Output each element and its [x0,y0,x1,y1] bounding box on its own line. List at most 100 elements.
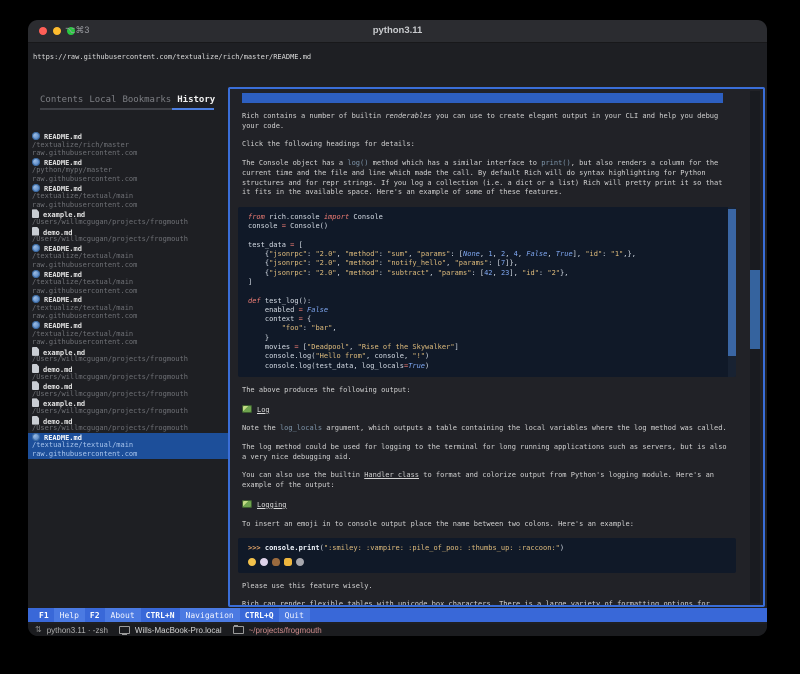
session-label: python3.11 · -zsh [47,626,108,635]
sidebar-tab[interactable]: Bookmarks [122,95,171,105]
sidebar-tab[interactable]: Local [89,95,116,105]
paragraph-handler: You can also use the builtin Handler cla… [242,471,728,490]
history-item-icon [32,416,39,425]
history-item-path: /python/mypy/master [32,166,228,175]
paragraph-intro: Rich contains a number of builtin render… [242,112,728,131]
history-item-path: /Users/willmcgugan/projects/frogmouth [32,355,228,364]
link-log[interactable]: Log [242,405,728,416]
history-item[interactable]: demo.md /Users/willmcgugan/projects/frog… [28,381,228,398]
history-item-domain: raw.githubusercontent.com [32,261,228,270]
history-item[interactable]: README.md /textualize/textual/main raw.g… [28,321,228,347]
history-item[interactable]: demo.md /Users/willmcgugan/projects/frog… [28,227,228,244]
session-updown-icon: ⇅ [35,626,42,634]
link-logging[interactable]: Logging [242,500,728,511]
footer-binding[interactable]: CTRL+QQuit [240,608,310,622]
history-item-icon [32,132,40,140]
document-viewer[interactable]: Rich contains a number of builtin render… [228,87,765,607]
paragraph-console-log: The Console object has a log() method wh… [242,159,728,198]
history-item-icon [32,381,39,390]
footer-binding[interactable]: CTRL+NNavigation [141,608,240,622]
history-item[interactable]: README.md /textualize/textual/main raw.g… [28,270,228,296]
paragraph-log-method: The log method could be used for logging… [242,443,728,462]
code-lines: >>> console.print(":smiley: :vampire: :p… [248,544,736,553]
history-item-name: README.md [44,133,82,141]
document-scrollbar[interactable] [750,91,760,603]
active-tab-underline [172,108,214,110]
emoji-glyph [284,558,292,566]
emoji-glyph [260,558,268,566]
footer-binding-key: F2 [85,608,105,622]
history-item[interactable]: example.md /Users/willmcgugan/projects/f… [28,347,228,364]
paragraph-tables: Rich can render flexible tables with uni… [242,600,728,607]
history-item[interactable]: README.md /textualize/rich/master raw.gi… [28,132,228,158]
document-scrollbar-thumb[interactable] [750,270,760,349]
url-bar[interactable]: https://raw.githubusercontent.com/textua… [33,53,311,61]
paragraph-wisely: Please use this feature wisely. [242,582,728,592]
history-list: README.md /textualize/rich/master raw.gi… [28,132,228,459]
history-item[interactable]: README.md /python/mypy/master raw.github… [28,158,228,184]
code-block-scrollbar-thumb[interactable] [728,209,736,356]
history-item-icon [32,295,40,303]
history-item-icon [32,347,39,356]
history-item-path: /Users/willmcgugan/projects/frogmouth [32,424,228,433]
scrolled-heading-bar [242,93,723,103]
image-icon [242,500,252,508]
footer-binding-label: About [105,608,141,622]
computer-icon [119,626,130,634]
history-item[interactable]: example.md /Users/willmcgugan/projects/f… [28,398,228,415]
history-item-icon [32,184,40,192]
footer-binding-label: Navigation [180,608,240,622]
history-item-path: /textualize/textual/main [32,441,228,450]
folder-icon [233,626,244,634]
hostname-label: Wills-MacBook-Pro.local [135,626,222,635]
history-item[interactable]: README.md /textualize/textual/main raw.g… [28,433,228,459]
sidebar-tab[interactable]: Contents [40,95,83,105]
history-item-icon [32,433,40,441]
code-block-scrollbar[interactable] [728,207,736,377]
history-item-path: /Users/willmcgugan/projects/frogmouth [32,235,228,244]
emoji-glyph [272,558,280,566]
history-item-path: /textualize/textual/main [32,304,228,313]
paragraph-click-headings: Click the following headings for details… [242,140,728,150]
history-item[interactable]: demo.md /Users/willmcgugan/projects/frog… [28,416,228,433]
link-log-label[interactable]: Log [257,406,270,414]
link-logging-label[interactable]: Logging [257,501,287,509]
history-item-domain: raw.githubusercontent.com [32,338,228,347]
terminal-window: ⌥⌘3 python3.11 https://raw.githubusercon… [28,20,767,636]
history-item[interactable]: example.md /Users/willmcgugan/projects/f… [28,209,228,226]
document-body: Rich contains a number of builtin render… [242,90,730,607]
history-item-domain: raw.githubusercontent.com [32,287,228,296]
paragraph-emoji-howto: To insert an emoji in to console output … [242,520,728,530]
history-item[interactable]: README.md /textualize/textual/main raw.g… [28,295,228,321]
history-item-domain: raw.githubusercontent.com [32,201,228,210]
working-directory-label: ~/projects/frogmouth [249,626,322,635]
history-item-path: /textualize/rich/master [32,141,228,150]
paragraph-above-output: The above produces the following output: [242,386,728,396]
code-lines: from rich.console import Consoleconsole … [248,213,736,371]
history-item-path: /textualize/textual/main [32,330,228,339]
footer-binding[interactable]: F1Help [34,608,85,622]
window-title: python3.11 [28,25,767,36]
terminal-statusbar: ⇅ python3.11 · -zsh Wills-MacBook-Pro.lo… [28,624,767,636]
footer-binding-key: F1 [34,608,54,622]
history-item-path: /textualize/textual/main [32,278,228,287]
sidebar-tab[interactable]: History [177,95,215,105]
history-item[interactable]: README.md /textualize/textual/main raw.g… [28,184,228,210]
history-item-icon [32,321,40,329]
sidebar-tabs: Contents Local Bookmarks History [40,95,228,105]
history-item-icon [32,270,40,278]
footer-binding-label: Quit [279,608,310,622]
history-item-path: /Users/willmcgugan/projects/frogmouth [32,218,228,227]
footer-binding[interactable]: F2About [85,608,141,622]
history-item-domain: raw.githubusercontent.com [32,175,228,184]
desktop: ⌥⌘3 python3.11 https://raw.githubusercon… [0,0,800,674]
emoji-glyph [248,558,256,566]
history-item-domain: raw.githubusercontent.com [32,312,228,321]
history-item[interactable]: README.md /textualize/textual/main raw.g… [28,244,228,270]
history-item-icon [32,364,39,373]
history-item-path: /Users/willmcgugan/projects/frogmouth [32,390,228,399]
history-item-path: /textualize/textual/main [32,192,228,201]
footer-keybar: F1Help F2About CTRL+NNavigation CTRL+QQu… [28,608,767,622]
titlebar: ⌥⌘3 python3.11 [28,20,767,43]
history-item[interactable]: demo.md /Users/willmcgugan/projects/frog… [28,364,228,381]
